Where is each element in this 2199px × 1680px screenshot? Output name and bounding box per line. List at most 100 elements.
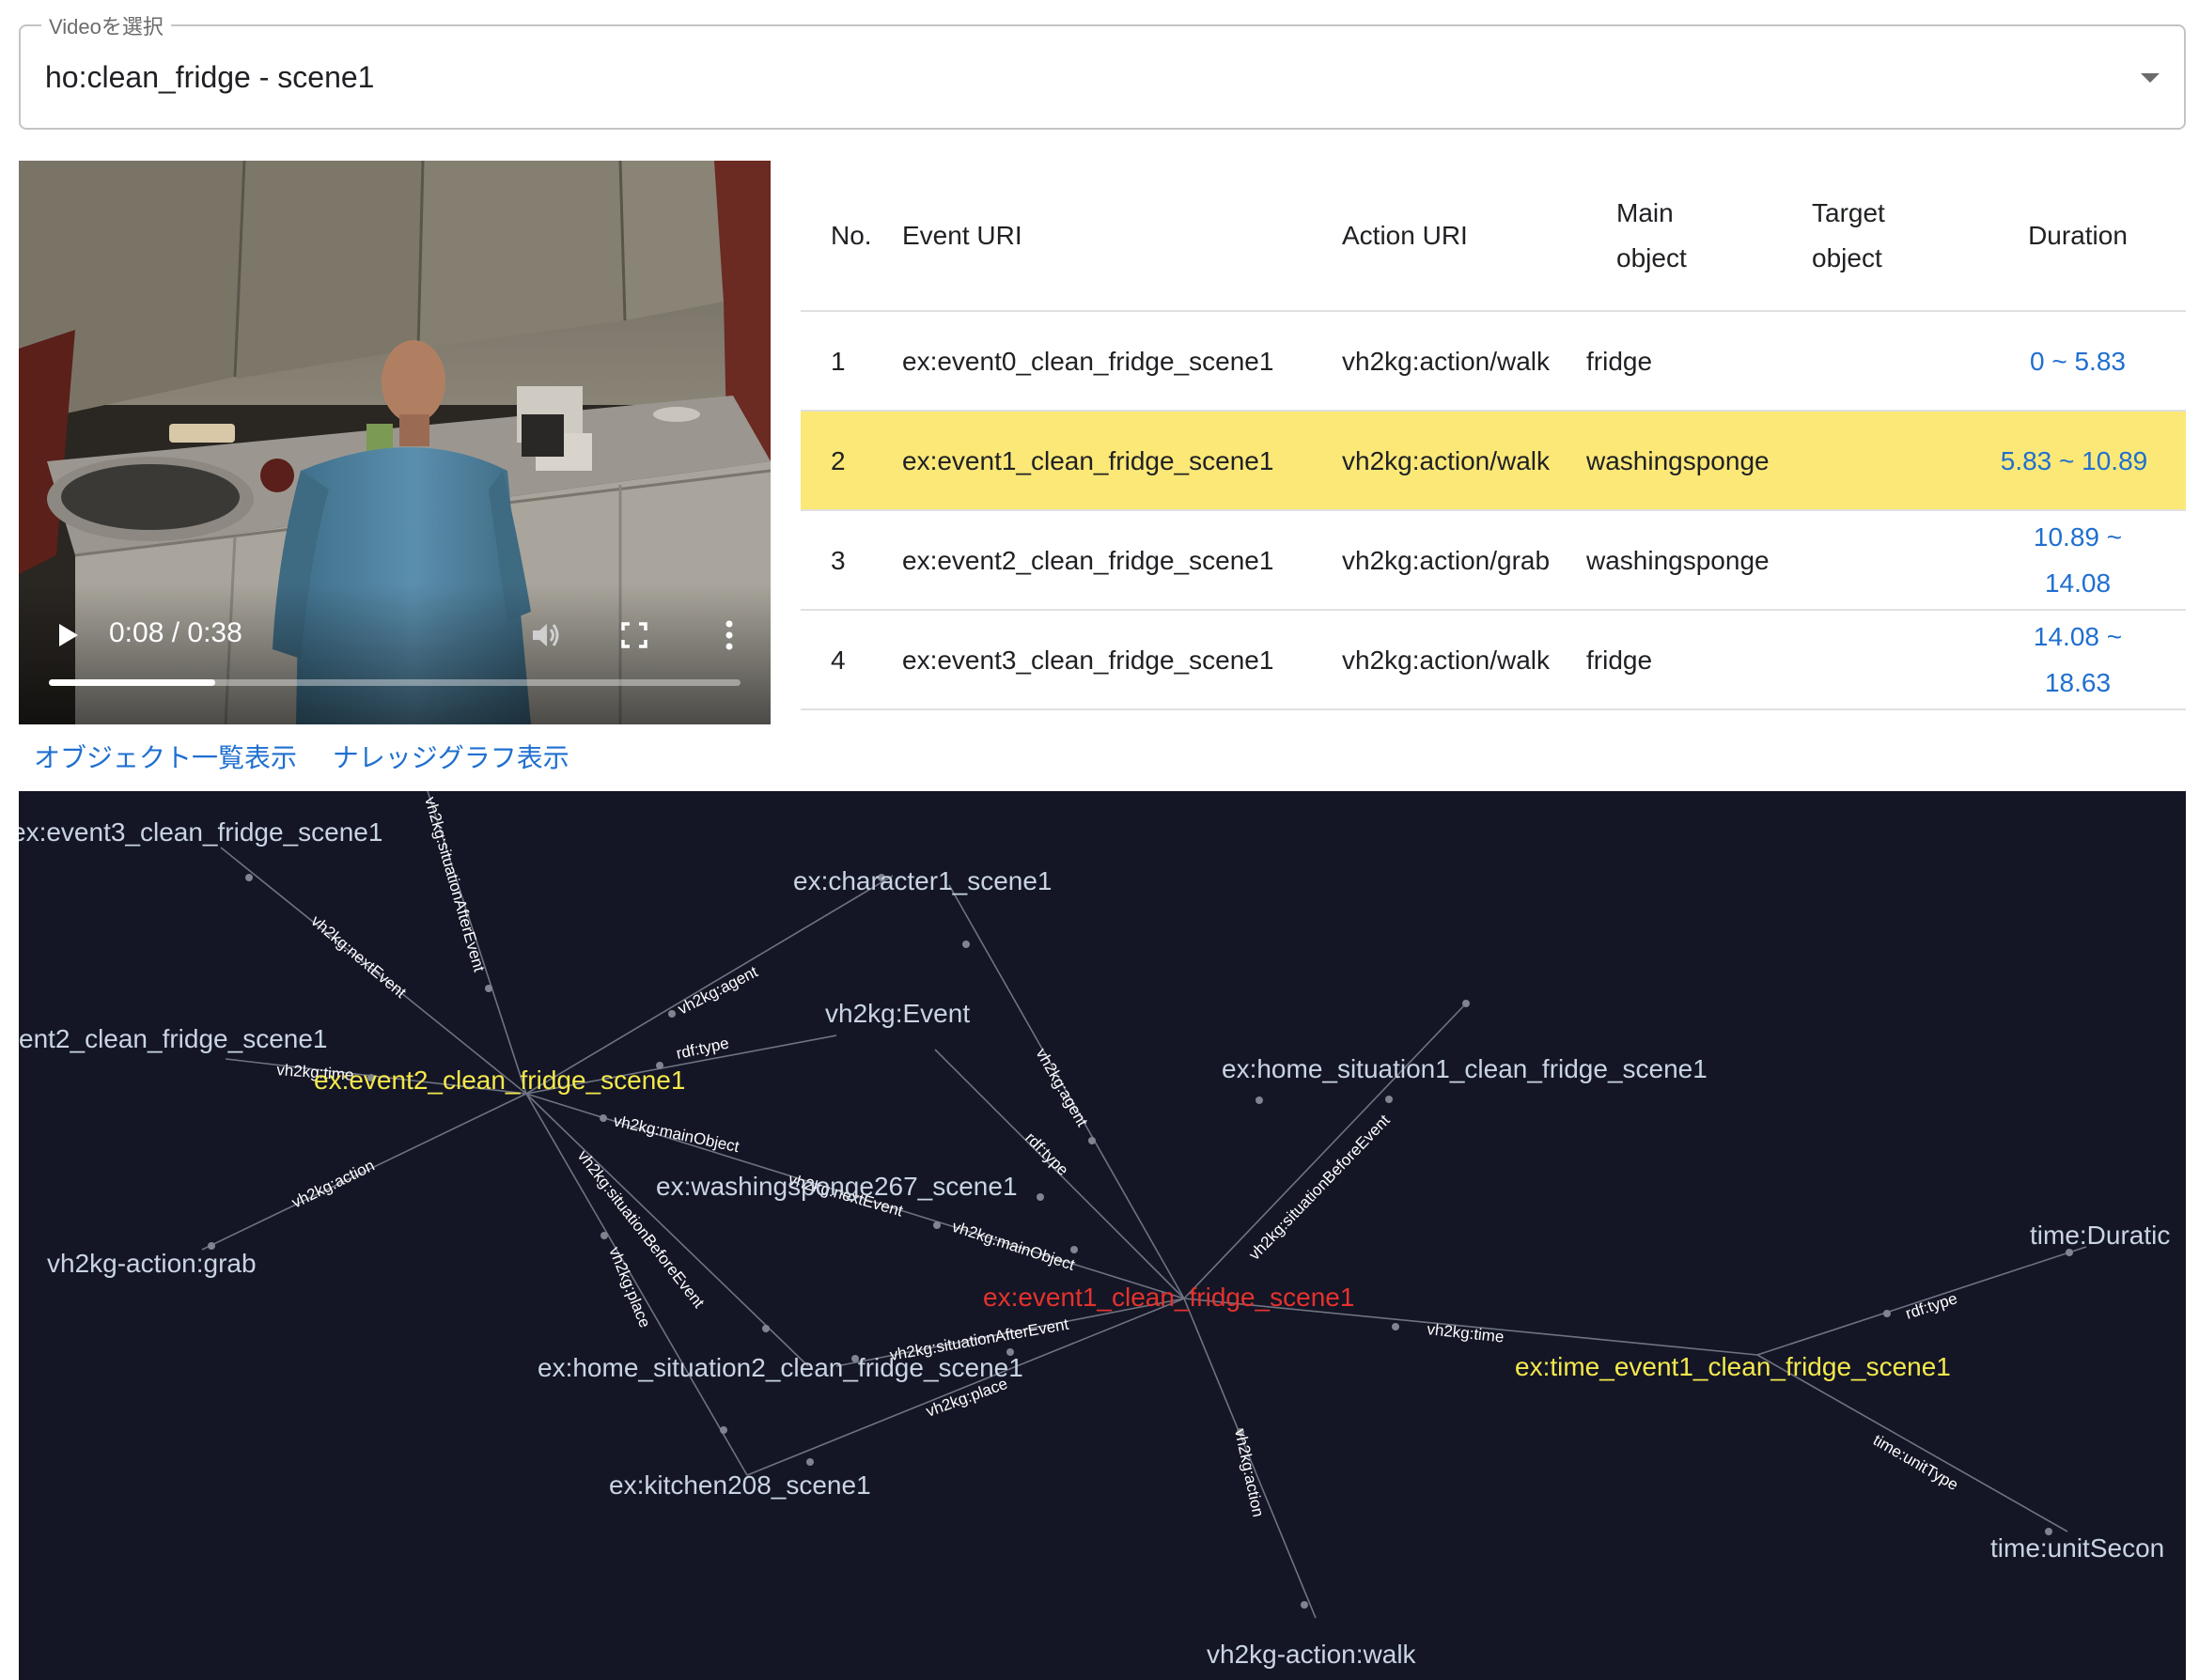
edge-label: vh2kg:action — [289, 1157, 377, 1212]
graph-edge — [1183, 1003, 1467, 1299]
cell-no: 4 — [801, 610, 902, 710]
duration-link-end[interactable]: 14.08 — [2045, 568, 2111, 598]
graph-edge — [1756, 1354, 2068, 1532]
edge-label: rdf:type — [1022, 1128, 1072, 1179]
object-list-link[interactable]: オブジェクト一覧表示 — [34, 743, 297, 772]
duration-link-end[interactable]: 18.63 — [2045, 668, 2111, 697]
graph-edge-dot — [962, 941, 970, 948]
graph-edge-dot — [1037, 1193, 1044, 1201]
cell-event-uri: ex:event2_clean_fridge_scene1 — [902, 510, 1342, 611]
graph-edge-dot — [806, 1458, 814, 1466]
table-header-row: No. Event URI Action URI Main object Tar… — [801, 161, 2186, 312]
fullscreen-icon[interactable] — [620, 621, 648, 649]
graph-node-event2-cut[interactable]: ent2_clean_fridge_scene1 — [19, 1024, 327, 1053]
graph-node-unit-second[interactable]: time:unitSecon — [1990, 1533, 2164, 1563]
video-select[interactable]: Videoを選択 ho:clean_fridge - scene1 — [19, 10, 2186, 130]
graph-edge-dot — [1883, 1310, 1891, 1317]
graph-node-event2[interactable]: ex:event2_clean_fridge_scene1 — [314, 1066, 685, 1095]
graph-edge-dot — [668, 1010, 676, 1018]
duration-link[interactable]: 5.83 ~ 10.89 — [2001, 446, 2147, 475]
graph-edge-dot — [600, 1114, 607, 1122]
cell-action-uri: vh2kg:action/grab — [1342, 510, 1586, 611]
header-main-object: Main object — [1586, 161, 1812, 312]
video-select-label: Videoを選択 — [41, 10, 171, 40]
duration-link[interactable]: 14.08 ~ — [2034, 622, 2122, 651]
knowledge-graph[interactable]: vh2kg:situationAfterEvent vh2kg:nextEven… — [19, 791, 2186, 1680]
cell-event-uri: ex:event3_clean_fridge_scene1 — [902, 610, 1342, 710]
graph-node-kitchen[interactable]: ex:kitchen208_scene1 — [609, 1470, 871, 1500]
cell-no: 3 — [801, 510, 902, 611]
video-controls-overlay — [19, 583, 771, 724]
video-progress-bar[interactable] — [49, 679, 741, 686]
cell-target-object — [1812, 311, 1970, 412]
graph-edge-dot — [1385, 1096, 1393, 1103]
graph-edge-dot — [1255, 1097, 1263, 1104]
table-row[interactable]: 3 ex:event2_clean_fridge_scene1 vh2kg:ac… — [801, 510, 2186, 611]
events-table: No. Event URI Action URI Main object Tar… — [801, 161, 2186, 710]
graph-edge — [746, 1298, 1185, 1476]
graph-node-event1[interactable]: ex:event1_clean_fridge_scene1 — [983, 1283, 1354, 1312]
graph-edges — [201, 791, 2087, 1619]
dropdown-arrow-icon[interactable] — [2141, 73, 2160, 83]
graph-edge-dot — [1301, 1601, 1308, 1609]
graph-node-time-event1[interactable]: ex:time_event1_clean_fridge_scene1 — [1515, 1352, 1951, 1381]
duration-link[interactable]: 10.89 ~ — [2034, 522, 2122, 552]
graph-node-home-situation1[interactable]: ex:home_situation1_clean_fridge_scene1 — [1222, 1054, 1708, 1083]
video-progress-fill — [49, 679, 215, 686]
knowledge-graph-link[interactable]: ナレッジグラフ表示 — [333, 743, 569, 772]
volume-icon[interactable] — [530, 619, 562, 651]
table-row[interactable]: 4 ex:event3_clean_fridge_scene1 vh2kg:ac… — [801, 610, 2186, 710]
graph-node-time-duration[interactable]: time:Duratic — [2030, 1221, 2170, 1250]
play-icon[interactable] — [56, 621, 81, 649]
table-row-selected[interactable]: 2 ex:event1_clean_fridge_scene1 vh2kg:ac… — [801, 411, 2186, 511]
graph-edge-dot — [933, 1221, 941, 1229]
graph-node-action-grab[interactable]: vh2kg-action:grab — [47, 1249, 257, 1278]
graph-edge-dot — [1392, 1323, 1399, 1330]
header-no: No. — [801, 161, 902, 312]
graph-node-home-situation2[interactable]: ex:home_situation2_clean_fridge_scene1 — [538, 1353, 1023, 1382]
graph-edge-dots — [208, 874, 2073, 1609]
edge-label: vh2kg:agent — [1033, 1046, 1092, 1130]
edge-label: vh2kg:place — [605, 1244, 654, 1330]
cell-duration: 0 ~ 5.83 — [1970, 311, 2186, 412]
graph-node-event3[interactable]: ex:event3_clean_fridge_scene1 — [19, 817, 382, 847]
graph-node-action-walk[interactable]: vh2kg-action:walk — [1207, 1640, 1417, 1669]
graph-edge-dot — [762, 1325, 770, 1332]
header-event-uri: Event URI — [902, 161, 1342, 312]
knowledge-graph-canvas[interactable]: vh2kg:situationAfterEvent vh2kg:nextEven… — [19, 791, 2186, 1680]
video-select-value: ho:clean_fridge - scene1 — [45, 60, 375, 94]
cell-no: 2 — [801, 411, 902, 511]
header-duration: Duration — [1970, 161, 2186, 312]
header-target-object-line2: object — [1812, 242, 1882, 272]
graph-edge-dot — [2066, 1249, 2073, 1256]
edge-label: vh2kg:action — [1231, 1427, 1267, 1518]
more-options-icon[interactable] — [724, 619, 735, 651]
header-target-object-line1: Target — [1812, 197, 1885, 227]
cell-event-uri: ex:event0_clean_fridge_scene1 — [902, 311, 1342, 412]
edge-label: vh2kg:situationAfterEvent — [421, 795, 488, 974]
video-player[interactable]: 0:08 / 0:38 — [19, 161, 771, 724]
graph-node-vh2kg-event[interactable]: vh2kg:Event — [825, 999, 970, 1028]
cell-duration: 10.89 ~ 14.08 — [1970, 510, 2186, 611]
cell-target-object — [1812, 411, 1970, 511]
edge-label: vh2kg:time — [1427, 1320, 1505, 1346]
graph-edge-labels: vh2kg:situationAfterEvent vh2kg:nextEven… — [276, 795, 1961, 1518]
graph-edge-dot — [1070, 1246, 1078, 1253]
cell-target-object — [1812, 610, 1970, 710]
graph-edge-dot — [720, 1426, 727, 1434]
graph-node-character[interactable]: ex:character1_scene1 — [793, 866, 1053, 895]
cell-action-uri: vh2kg:action/walk — [1342, 311, 1586, 412]
cell-action-uri: vh2kg:action/walk — [1342, 610, 1586, 710]
header-target-object: Target object — [1812, 161, 1970, 312]
cell-duration: 5.83 ~ 10.89 — [1970, 411, 2186, 511]
cell-event-uri: ex:event1_clean_fridge_scene1 — [902, 411, 1342, 511]
edge-label: vh2kg:mainObject — [612, 1112, 741, 1156]
cell-no: 1 — [801, 311, 902, 412]
header-main-object-line1: Main — [1616, 197, 1674, 227]
cell-main-object: fridge — [1586, 311, 1812, 412]
edge-label: vh2kg:nextEvent — [307, 912, 410, 1003]
table-row[interactable]: 1 ex:event0_clean_fridge_scene1 vh2kg:ac… — [801, 311, 2186, 412]
cell-main-object: fridge — [1586, 610, 1812, 710]
graph-node-washingsponge[interactable]: ex:washingsponge267_scene1 — [656, 1172, 1018, 1201]
duration-link[interactable]: 0 ~ 5.83 — [2030, 347, 2126, 376]
